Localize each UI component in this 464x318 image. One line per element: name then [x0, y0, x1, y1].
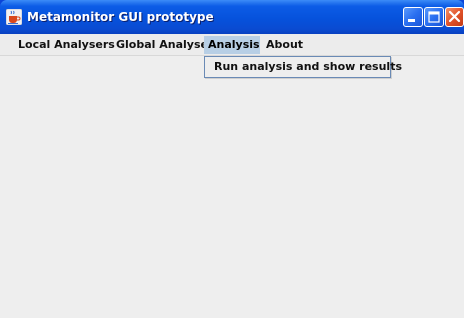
menu-bar: Local Analysers Global Analyser Analysis… — [0, 34, 464, 56]
analysis-dropdown-menu: Run analysis and show results — [204, 56, 402, 78]
maximize-icon — [428, 11, 440, 23]
title-bar[interactable]: Metamonitor GUI prototype — [0, 0, 464, 34]
minimize-button[interactable] — [403, 7, 423, 27]
menu-analysis[interactable]: Analysis — [204, 36, 260, 54]
close-icon — [448, 10, 461, 23]
menu-global-analyser[interactable]: Global Analyser — [112, 36, 217, 54]
java-cup-icon[interactable] — [5, 8, 23, 26]
menu-about[interactable]: About — [262, 36, 307, 54]
menu-local-analysers[interactable]: Local Analysers — [14, 36, 119, 54]
app-window: Metamonitor GUI prototype Local Analyser… — [0, 0, 464, 318]
run-analysis-menu-item[interactable]: Run analysis and show results — [205, 57, 402, 77]
window-title: Metamonitor GUI prototype — [27, 10, 214, 24]
maximize-button[interactable] — [424, 7, 444, 27]
main-content-area — [0, 56, 464, 318]
close-button[interactable] — [445, 7, 464, 27]
minimize-icon — [408, 19, 415, 22]
